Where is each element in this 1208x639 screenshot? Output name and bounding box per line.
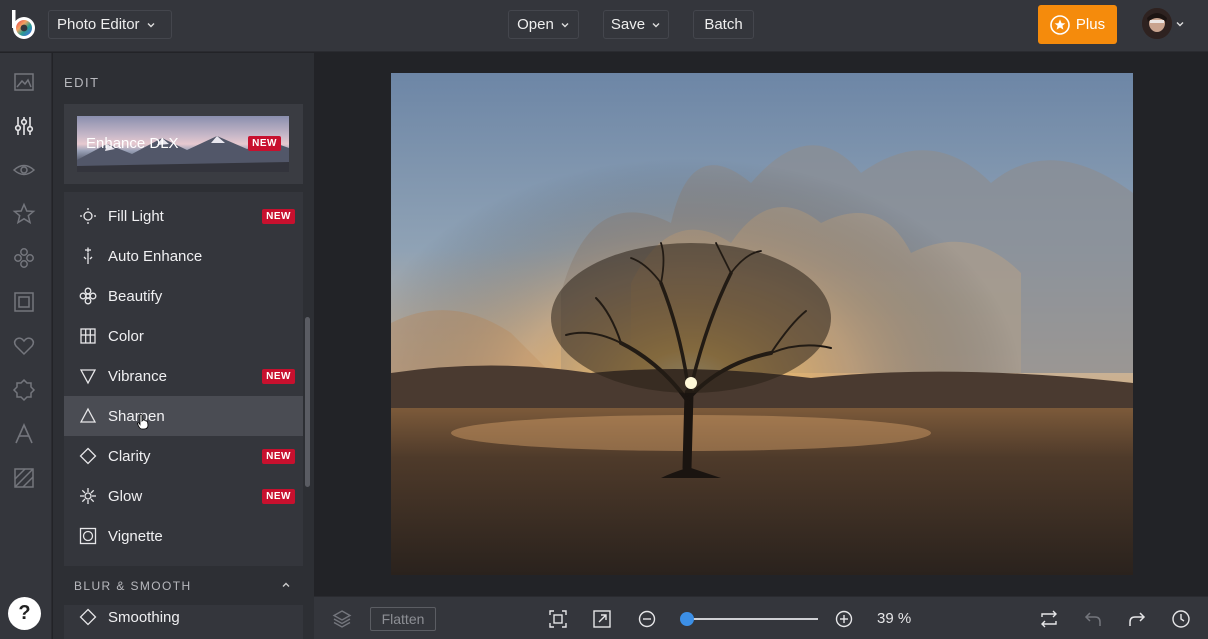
plus-label: Plus: [1075, 16, 1106, 33]
image-icon[interactable]: [12, 70, 36, 94]
tool-label: Color: [108, 327, 144, 345]
tool-label: Glow: [108, 487, 143, 505]
vignette-icon: [79, 527, 97, 545]
bottom-toolbar: Flatten 39 %: [314, 596, 1208, 639]
tool-label: Beautify: [108, 287, 163, 305]
enhance-dlx-thumbnail: Enhance DLX NEW: [77, 116, 289, 172]
tool-label: Auto Enhance: [108, 247, 203, 265]
save-label: Save: [610, 16, 646, 33]
wand-icon: [83, 247, 93, 264]
tool-vibrance[interactable]: Vibrance NEW: [64, 356, 303, 396]
tool-color[interactable]: Color: [64, 316, 303, 356]
chevron-down-icon: [652, 22, 660, 27]
open-label: Open: [517, 16, 554, 33]
blur-smooth-section-title[interactable]: BLUR & SMOOTH: [74, 579, 192, 593]
tool-label: Fill Light: [108, 207, 164, 225]
diamond-icon: [79, 447, 97, 465]
zoom-slider-handle[interactable]: [680, 612, 695, 626]
new-badge: NEW: [248, 136, 281, 151]
tool-auto-enhance[interactable]: Auto Enhance: [64, 236, 303, 276]
star-circle-icon: [1050, 14, 1070, 35]
edit-panel: EDIT Enhance DLX NEW Fill Light NEW Auto…: [53, 53, 314, 639]
save-button[interactable]: Save: [603, 10, 669, 39]
layers-icon[interactable]: [332, 609, 352, 629]
plus-upgrade-button[interactable]: Plus: [1038, 5, 1117, 44]
panel-scrollbar[interactable]: [305, 317, 310, 487]
history-icon[interactable]: [1171, 609, 1191, 629]
enhance-dlx-label: Enhance DLX: [86, 135, 179, 152]
batch-label: Batch: [704, 16, 743, 33]
new-badge: NEW: [262, 488, 295, 504]
tool-label: Smoothing: [108, 608, 180, 626]
tool-label: Vibrance: [108, 367, 167, 385]
sliders-icon[interactable]: [12, 114, 36, 138]
top-bar: Photo Editor Open Save Batch Plus: [0, 0, 1208, 52]
tool-fill-light[interactable]: Fill Light NEW: [64, 196, 303, 236]
avatar-chevron-down-icon[interactable]: [1175, 19, 1185, 29]
frame-icon[interactable]: [12, 290, 36, 314]
tool-glow[interactable]: Glow NEW: [64, 476, 303, 516]
batch-button[interactable]: Batch: [693, 10, 754, 39]
befunky-logo-icon[interactable]: [11, 10, 38, 41]
avatar[interactable]: [1142, 8, 1172, 39]
redo-icon[interactable]: [1127, 609, 1147, 629]
zoom-slider-track[interactable]: [682, 618, 818, 620]
star-icon[interactable]: [12, 202, 36, 226]
zoom-out-icon[interactable]: [637, 609, 657, 629]
eye-icon[interactable]: [12, 158, 36, 182]
chevron-up-icon[interactable]: [281, 580, 291, 590]
tool-beautify[interactable]: Beautify: [64, 276, 303, 316]
help-button[interactable]: ?: [8, 597, 41, 630]
tool-rail: [0, 53, 52, 639]
app-selector-label: Photo Editor: [57, 16, 140, 33]
zoom-percent[interactable]: 39 %: [877, 610, 911, 627]
sun-icon: [80, 208, 96, 224]
texture-icon[interactable]: [12, 466, 36, 490]
compare-icon[interactable]: [1039, 609, 1059, 629]
heart-icon[interactable]: [12, 334, 36, 358]
chevron-down-icon: [147, 22, 155, 27]
edit-tools-list: Fill Light NEW Auto Enhance Beautify Col…: [64, 192, 303, 566]
badge-icon[interactable]: [12, 378, 36, 402]
flatten-button[interactable]: Flatten: [370, 607, 436, 631]
flower-icon: [79, 287, 97, 305]
triangle-up-icon: [79, 407, 97, 423]
tool-sharpen[interactable]: Sharpen: [64, 396, 303, 436]
enhance-dlx-card[interactable]: Enhance DLX NEW: [64, 104, 303, 184]
text-icon[interactable]: [12, 422, 36, 446]
new-badge: NEW: [262, 368, 295, 384]
image-canvas[interactable]: [314, 53, 1208, 596]
triangle-down-icon: [79, 369, 97, 385]
actual-size-icon[interactable]: [592, 609, 612, 629]
tool-vignette[interactable]: Vignette: [64, 516, 303, 556]
zoom-in-icon[interactable]: [834, 609, 854, 629]
fit-screen-icon[interactable]: [548, 609, 568, 629]
tool-label: Clarity: [108, 447, 151, 465]
overlay-icon[interactable]: [12, 246, 36, 270]
tool-label: Vignette: [108, 527, 163, 545]
new-badge: NEW: [262, 208, 295, 224]
app-selector-dropdown[interactable]: Photo Editor: [48, 10, 172, 39]
tool-smoothing[interactable]: Smoothing: [64, 605, 303, 639]
photo-tree-sunset: [391, 73, 1133, 575]
chevron-down-icon: [561, 22, 569, 27]
section-title: EDIT: [64, 75, 100, 90]
undo-icon[interactable]: [1083, 609, 1103, 629]
new-badge: NEW: [262, 448, 295, 464]
hand-cursor-icon: [137, 414, 149, 430]
color-bars-icon: [80, 328, 96, 344]
sparkle-icon: [80, 488, 96, 504]
diamond-icon: [79, 608, 97, 626]
tool-clarity[interactable]: Clarity NEW: [64, 436, 303, 476]
open-button[interactable]: Open: [508, 10, 579, 39]
